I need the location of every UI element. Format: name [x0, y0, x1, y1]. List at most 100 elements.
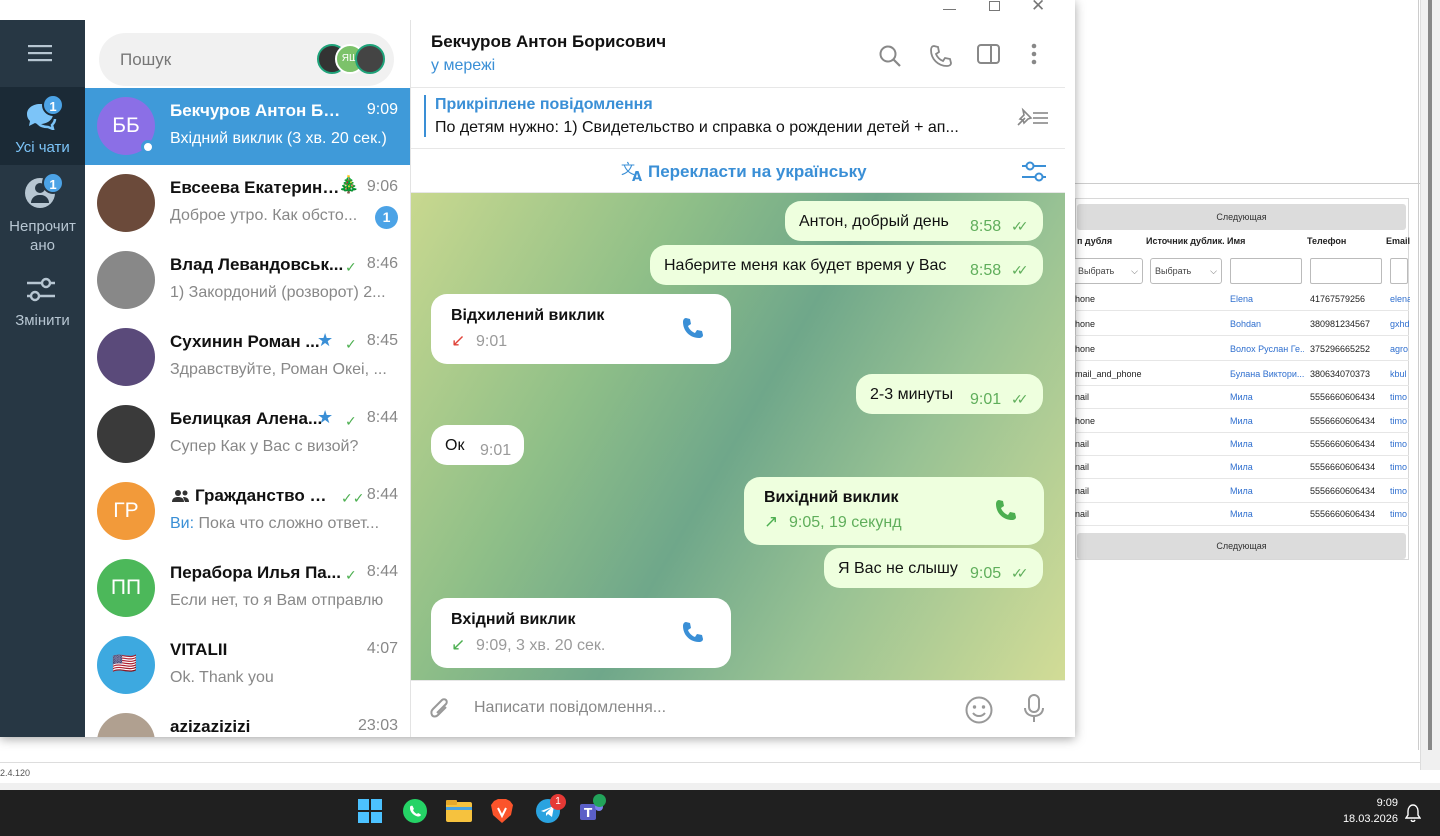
bg-cell-email[interactable]: timo: [1390, 392, 1410, 402]
bg-cell-name[interactable]: Булана Виктори...: [1230, 369, 1304, 379]
unread-badge: 1: [42, 172, 64, 194]
bg-table-row[interactable]: nail Мила 5556660606434 timo: [1075, 433, 1409, 456]
message-outgoing[interactable]: 2-3 минуты 9:01 ✓✓: [856, 374, 1043, 414]
bg-filter-input[interactable]: [1390, 258, 1408, 284]
translate-settings-icon[interactable]: [1022, 161, 1048, 183]
chat-list-item[interactable]: ГР Гражданство Ру... ✓✓ 8:44 Ви: Пока что сл…: [85, 473, 410, 550]
notification-bell-icon[interactable]: [1405, 804, 1421, 822]
chat-list-item[interactable]: Сухинин Роман ... ★ ✓ 8:45 Здравствуйте, Ром…: [85, 319, 410, 396]
teams-icon[interactable]: T: [578, 794, 608, 828]
bg-status-line: [0, 762, 1420, 763]
premium-emoji-icon: 🎄: [338, 175, 360, 194]
file-explorer-icon[interactable]: [445, 798, 475, 828]
bg-cell-name[interactable]: Elena: [1230, 294, 1304, 304]
chat-list-item[interactable]: Влад Левандовськ... ✓ 8:46 1) Закордоний (р…: [85, 242, 410, 319]
call-message-incoming[interactable]: Відхилений виклик ↙ 9:01: [431, 294, 731, 364]
bg-cell-name[interactable]: Мила: [1230, 416, 1304, 426]
call-back-icon[interactable]: [994, 498, 1020, 524]
brave-browser-icon[interactable]: [490, 798, 520, 828]
folder-all-chats[interactable]: 1 Усі чати: [0, 87, 85, 165]
folder-edit[interactable]: Змінити: [0, 265, 85, 335]
bg-cell-email[interactable]: timo: [1390, 462, 1410, 472]
search-field[interactable]: Пошук ЯШ: [99, 33, 394, 86]
chat-title[interactable]: Бекчуров Антон Борисович: [431, 32, 666, 52]
bg-cell-email[interactable]: gxhd: [1390, 319, 1410, 329]
attach-icon[interactable]: [428, 697, 452, 723]
bg-table-row[interactable]: hone Bohdan 380981234567 gxhd: [1075, 313, 1410, 336]
bg-cell-name[interactable]: Мила: [1230, 509, 1304, 519]
bg-cell-email[interactable]: timo: [1390, 439, 1410, 449]
telegram-taskbar-icon[interactable]: 1: [535, 794, 566, 828]
bg-cell-email[interactable]: timo: [1390, 416, 1410, 426]
chat-list-item[interactable]: БББекчуров Антон Бори...9:09Вхідний викл…: [85, 88, 410, 165]
story-avatar[interactable]: [355, 44, 385, 74]
bg-filter-input[interactable]: [1230, 258, 1302, 284]
message-outgoing[interactable]: Наберите меня как будет время у Вас 8:58…: [650, 245, 1043, 285]
bg-filter-select[interactable]: Выбрать ⌵: [1150, 258, 1222, 284]
bg-table-row[interactable]: mail_and_phone Булана Виктори... 380634070…: [1075, 363, 1409, 386]
message-outgoing[interactable]: Антон, добрый день 8:58 ✓✓: [785, 201, 1043, 241]
bg-filter-select[interactable]: Выбрать ⌵: [1071, 258, 1143, 284]
call-message-outgoing[interactable]: Вихідний виклик ↗ 9:05, 19 секунд: [744, 477, 1044, 545]
clock-time[interactable]: 9:09: [1338, 797, 1398, 809]
bg-cell-email[interactable]: agro: [1390, 344, 1410, 354]
bg-cell-name[interactable]: Мила: [1230, 486, 1304, 496]
bg-scrollbar[interactable]: [1420, 0, 1440, 770]
call-back-icon[interactable]: [681, 620, 707, 646]
message-text: Антон, добрый день: [799, 213, 949, 230]
bg-next-button-bottom[interactable]: Следующая: [1077, 533, 1406, 559]
chat-list-item[interactable]: VITALII 4:07 Ok. Thank you 🇺🇸: [85, 627, 410, 704]
whatsapp-icon[interactable]: [402, 798, 432, 828]
bg-table-row[interactable]: hone Elena 41767579256 elena: [1075, 288, 1410, 311]
bg-table-row[interactable]: nail Мила 5556660606434 timo: [1075, 480, 1409, 503]
emoji-icon[interactable]: [964, 695, 994, 725]
chat-list-item[interactable]: azizazizizi 23:03: [85, 704, 410, 737]
chat-list-item[interactable]: Белицкая Алена... ★ ✓ 8:44 Супер Как у Вас с…: [85, 396, 410, 473]
pin-list-icon[interactable]: [1015, 105, 1049, 129]
read-check-icon: ✓: [345, 336, 357, 352]
call-message-incoming[interactable]: Вхідний виклик ↙ 9:09, 3 хв. 20 сек.: [431, 598, 731, 668]
bg-cell-name[interactable]: Мила: [1230, 392, 1304, 402]
bg-table-row[interactable]: nail Мила 5556660606434 timo: [1075, 456, 1409, 479]
clock-date[interactable]: 18.03.2026: [1318, 813, 1398, 825]
folder-label: Непрочит ано: [9, 218, 76, 254]
pinned-message[interactable]: Прикріплене повідомлення По детям нужно:…: [411, 89, 1065, 149]
bg-next-button-top[interactable]: Следующая: [1077, 204, 1406, 230]
phone-icon[interactable]: [929, 44, 953, 68]
chat-preview: Ok. Thank you: [170, 669, 274, 686]
bg-cell-name[interactable]: Волох Руслан Ге...: [1230, 344, 1304, 354]
bg-cell-email[interactable]: kbul: [1390, 369, 1410, 379]
bg-cell-name[interactable]: Мила: [1230, 439, 1304, 449]
call-back-icon[interactable]: [681, 316, 707, 342]
close-icon[interactable]: ✕: [1031, 0, 1045, 16]
message-outgoing[interactable]: Я Вас не слышу 9:05 ✓✓: [824, 548, 1043, 588]
minimize-icon[interactable]: [943, 9, 956, 10]
maximize-icon[interactable]: [989, 1, 1000, 11]
microphone-icon[interactable]: [1023, 694, 1045, 724]
bg-table-row[interactable]: nail Мила 5556660606434 timo: [1075, 503, 1409, 526]
bg-cell-type: hone: [1075, 344, 1096, 354]
bg-cell-name[interactable]: Мила: [1230, 462, 1304, 472]
message-area[interactable]: Антон, добрый день 8:58 ✓✓ Наберите меня…: [411, 193, 1065, 680]
bg-hscroll[interactable]: [0, 783, 1440, 790]
bg-cell-email[interactable]: timo: [1390, 486, 1410, 496]
bg-filter-input[interactable]: [1310, 258, 1382, 284]
message-incoming[interactable]: Ок 9:01: [431, 425, 524, 465]
bg-cell-phone: 5556660606434: [1310, 439, 1376, 449]
menu-icon[interactable]: [28, 45, 54, 63]
search-icon[interactable]: [878, 44, 902, 68]
bg-table-row[interactable]: hone Мила 5556660606434 timo: [1075, 410, 1409, 433]
message-input[interactable]: Написати повідомлення...: [474, 699, 666, 717]
bg-cell-email[interactable]: elena: [1390, 294, 1410, 304]
bg-table-row[interactable]: nail Мила 5556660606434 timo: [1075, 386, 1409, 409]
chat-list-item[interactable]: ПП Перабора Илья Па... ✓ 8:44 Если нет, то я…: [85, 550, 410, 627]
chat-list-item[interactable]: Евсеева Екатерина... 🎄 9:06 Доброе утро. Ка…: [85, 165, 410, 242]
bg-cell-email[interactable]: timo: [1390, 509, 1410, 519]
bg-table-row[interactable]: hone Волох Руслан Ге... 375296665252 agro: [1075, 338, 1409, 361]
more-icon[interactable]: [1031, 43, 1037, 65]
folder-unread[interactable]: 1 Непрочит ано: [0, 165, 85, 255]
translate-bar[interactable]: 文A Перекласти на українську: [411, 150, 1065, 193]
bg-cell-name[interactable]: Bohdan: [1230, 319, 1304, 329]
sidebar-toggle-icon[interactable]: [977, 44, 1001, 66]
windows-start-icon[interactable]: [357, 798, 387, 828]
